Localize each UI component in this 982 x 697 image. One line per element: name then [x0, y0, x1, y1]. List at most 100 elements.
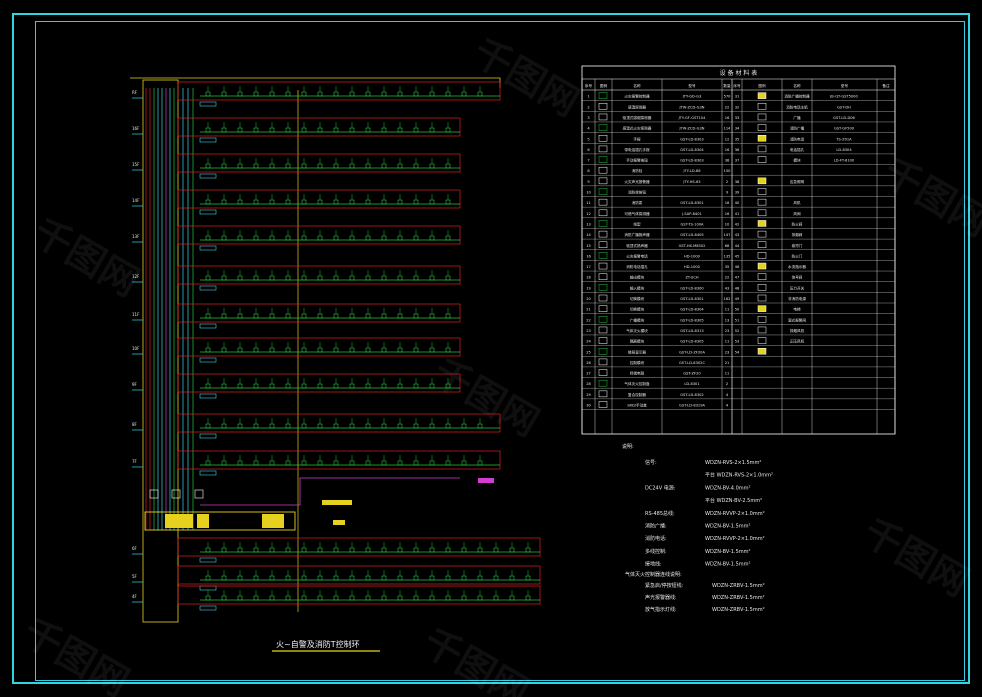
- detector-symbol: [349, 423, 355, 429]
- table-cell: JTY-GF-GST104: [678, 116, 707, 120]
- detector-symbol: [349, 313, 355, 319]
- detector-symbol: [237, 460, 243, 466]
- svg-text:千图网: 千图网: [416, 620, 537, 697]
- table-cell: 消防广播扬声器: [624, 232, 650, 237]
- detector-symbol: [349, 595, 355, 601]
- table-header-cell: 名称: [793, 83, 801, 88]
- table-cell: 火灾报警控制器: [624, 94, 650, 99]
- table-header-cell: 型号: [841, 83, 849, 88]
- table-cell: 24: [586, 340, 591, 344]
- table-cell: 消防广播控制器: [784, 94, 810, 99]
- detector-symbol: [461, 595, 467, 601]
- table-cell: 23: [586, 329, 591, 333]
- table-cell: 20: [586, 297, 591, 301]
- table-cell: 29: [586, 393, 591, 397]
- detector-symbol: [269, 127, 275, 133]
- table-cell: 21: [725, 361, 730, 365]
- detector-symbol: [397, 127, 403, 133]
- detector-symbol: [429, 235, 435, 241]
- floor-loop-box: [177, 189, 461, 209]
- table-cell: 26: [586, 361, 591, 365]
- detector-symbol: [381, 235, 387, 241]
- detector-symbol: [333, 595, 339, 601]
- table-cell: 9: [587, 180, 590, 184]
- table-cell: 手报: [633, 136, 641, 141]
- table-cell: 感温式火灾探测器: [623, 126, 652, 131]
- table-cell: 6: [587, 148, 590, 152]
- table-cell: 28: [586, 382, 591, 386]
- detector-symbol: [397, 423, 403, 429]
- detector-symbol: [205, 313, 211, 319]
- detector-symbol: [397, 595, 403, 601]
- detector-symbol: [349, 163, 355, 169]
- table-cell: 模块: [793, 158, 801, 163]
- legend-symbol-icon: [757, 294, 767, 302]
- notes-value: WDZN-BV-1.5mm²: [705, 549, 751, 555]
- table-cell: 49: [735, 297, 740, 301]
- floor-display-box: [199, 245, 217, 251]
- legend-symbol-icon: [757, 326, 767, 334]
- legend-symbol-icon: [598, 198, 608, 206]
- table-cell: 14: [586, 233, 591, 237]
- detector-symbol: [333, 235, 339, 241]
- table-cell: JTW-ZCD-G3N: [679, 105, 705, 109]
- table-cell: 39: [735, 191, 740, 195]
- detector-symbol: [221, 347, 227, 353]
- detector-symbol: [349, 347, 355, 353]
- table-cell: GST-TS-100A: [681, 222, 705, 226]
- table-cell: 40: [735, 201, 740, 205]
- detector-symbol: [317, 460, 323, 466]
- legend-symbol-icon: [757, 262, 767, 270]
- table-header-cell: 型号: [688, 83, 696, 88]
- detector-symbol: [253, 347, 259, 353]
- detector-symbol: [461, 547, 467, 553]
- table-cell: 9: [726, 191, 729, 195]
- floor-loop-box: [177, 537, 541, 557]
- table-cell: 2: [587, 105, 589, 109]
- detector-symbol: [477, 460, 483, 466]
- table-cell: ZT-SCH: [685, 276, 698, 280]
- detector-symbol: [413, 313, 419, 319]
- detector-symbol: [253, 595, 259, 601]
- detector-symbol: [461, 423, 467, 429]
- detector-symbol: [445, 460, 451, 466]
- detector-symbol: [285, 91, 291, 97]
- table-cell: 气体灭火模块: [626, 328, 648, 333]
- table-cell: HD-1000: [684, 265, 701, 269]
- table-cell: 压力开关: [790, 285, 805, 290]
- table-cell: 16: [725, 212, 730, 216]
- legend-symbol-icon: [598, 284, 608, 291]
- table-cell: 44: [735, 244, 740, 248]
- table-cell: GST-LD-8313: [680, 329, 703, 333]
- detector-symbol: [477, 575, 483, 581]
- table-header-cell: 名称: [633, 83, 641, 88]
- detector-symbol: [221, 313, 227, 319]
- detector-symbol: [429, 575, 435, 581]
- table-cell: 卷帘门: [792, 243, 803, 248]
- table-cell: 应急照明: [790, 179, 805, 184]
- table-cell: 15: [586, 244, 591, 248]
- legend-symbol-icon: [598, 92, 608, 99]
- table-cell: 4: [726, 404, 729, 408]
- notes-value: WDZN-ZRBV-1.5mm²: [712, 583, 765, 589]
- detector-symbol: [349, 91, 355, 97]
- detector-symbol: [205, 423, 211, 429]
- detector-symbol: [205, 275, 211, 281]
- table-cell: 4: [587, 127, 590, 131]
- legend-symbol-icon: [598, 262, 608, 270]
- detector-symbol: [477, 91, 483, 97]
- detector-symbol: [381, 347, 387, 353]
- detector-symbol: [269, 547, 275, 553]
- detector-symbol: [365, 275, 371, 281]
- detector-symbol: [285, 235, 291, 241]
- notes-label: 声光报警器线:: [645, 594, 677, 601]
- detector-symbol: [413, 423, 419, 429]
- table-cell: JTY-GD-G3: [682, 95, 702, 99]
- notes-label: 消防广播:: [645, 523, 667, 530]
- floor-label: 12F: [132, 274, 140, 279]
- table-cell: 正压风机: [790, 339, 805, 344]
- floor-label: 13F: [132, 234, 140, 239]
- detector-symbol: [205, 547, 211, 553]
- legend-symbol-icon: [598, 230, 608, 238]
- table-cell: 切换模块: [630, 296, 645, 301]
